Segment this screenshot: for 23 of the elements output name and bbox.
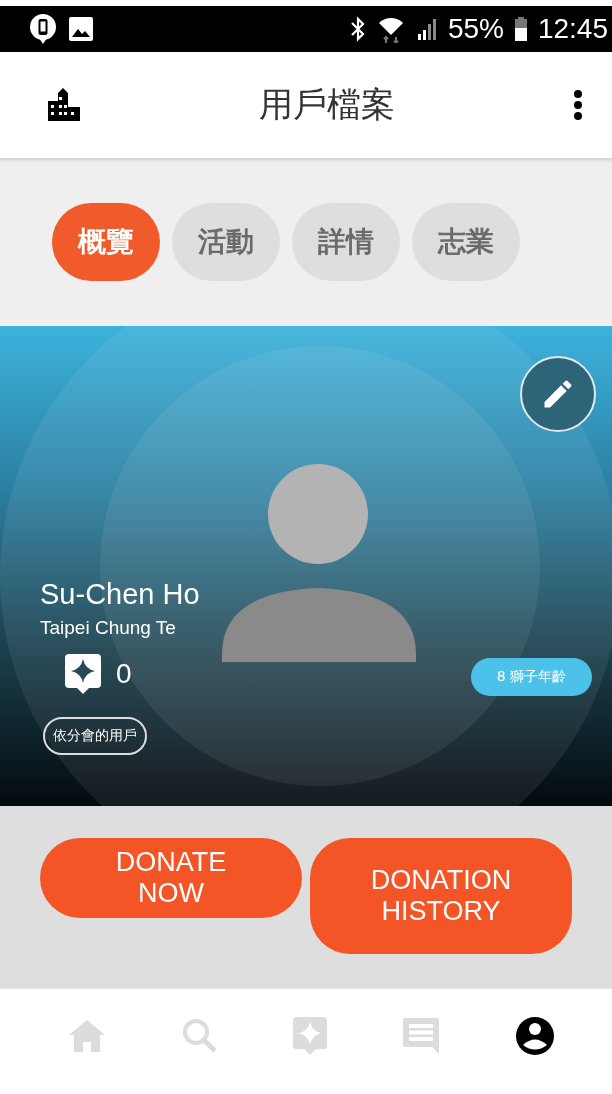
signal-icon <box>415 16 438 42</box>
battery-percentage: 55% <box>447 13 504 45</box>
clock: 12:45 <box>537 13 608 45</box>
phone-notification-icon <box>28 13 58 45</box>
points-count: 0 <box>116 658 132 690</box>
profile-icon[interactable] <box>514 1015 555 1056</box>
age-badge: 8 獅子年齡 <box>470 658 592 696</box>
building-icon[interactable] <box>46 87 82 123</box>
action-button[interactable]: DONATE NOW <box>40 838 302 918</box>
sparkle-badge-icon <box>64 653 102 695</box>
member-tag: 依分會的用戶 <box>43 717 147 755</box>
tab[interactable]: 活動 <box>172 203 280 281</box>
user-name: Su-Chen Ho <box>40 578 200 611</box>
bluetooth-icon <box>349 16 366 42</box>
tab[interactable]: 志業 <box>412 203 520 281</box>
tab[interactable]: 概覽 <box>52 203 160 281</box>
battery-icon <box>513 16 528 42</box>
tab[interactable]: 詳情 <box>292 203 400 281</box>
action-button[interactable]: DONATION HISTORY <box>310 838 572 954</box>
image-icon <box>68 16 94 42</box>
more-menu-icon[interactable] <box>572 87 584 123</box>
user-location: Taipei Chung Te <box>40 617 176 639</box>
page-title: 用戶檔案 <box>259 83 395 126</box>
